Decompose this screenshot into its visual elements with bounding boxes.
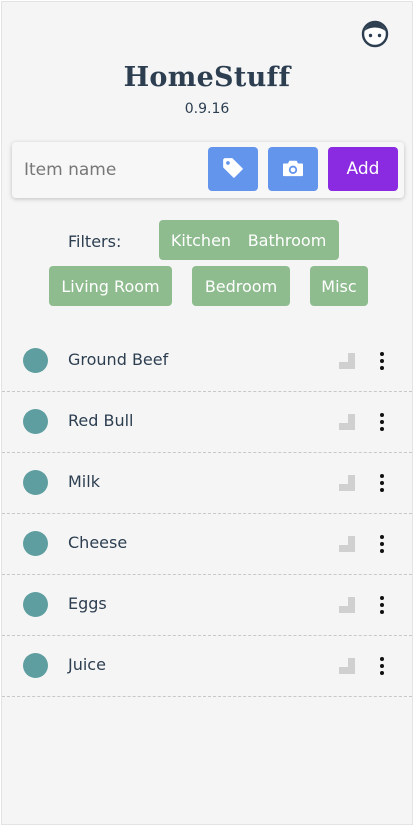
item-name: Ground Beef	[68, 350, 169, 369]
resize-corner-icon[interactable]	[339, 475, 355, 491]
avatar-face-icon[interactable]	[360, 19, 390, 49]
status-dot[interactable]	[23, 592, 48, 617]
filter-chip-bathroom[interactable]: Bathroom	[235, 220, 339, 260]
status-dot[interactable]	[23, 470, 48, 495]
status-dot[interactable]	[23, 653, 48, 678]
resize-corner-icon[interactable]	[339, 536, 355, 552]
filter-chip-misc[interactable]: Misc	[310, 266, 368, 306]
item-name: Red Bull	[68, 411, 134, 430]
item-name: Milk	[68, 472, 100, 491]
status-dot[interactable]	[23, 348, 48, 373]
item-list: Ground Beef Red Bull Milk Cheese Eggs Ju…	[2, 331, 412, 697]
list-item: Milk	[2, 453, 412, 514]
more-options-icon[interactable]	[372, 469, 392, 497]
item-name: Juice	[68, 655, 106, 674]
list-item: Ground Beef	[2, 331, 412, 392]
filter-chip-living-room[interactable]: Living Room	[49, 266, 172, 306]
camera-icon	[282, 158, 304, 181]
list-item: Eggs	[2, 575, 412, 636]
app-version: 0.9.16	[184, 101, 230, 117]
list-item: Cheese	[2, 514, 412, 575]
add-item-bar: Add	[12, 142, 404, 198]
resize-corner-icon[interactable]	[339, 353, 355, 369]
tag-icon	[222, 157, 244, 182]
app-title: HomeStuff	[123, 62, 291, 93]
camera-button[interactable]	[268, 147, 318, 191]
more-options-icon[interactable]	[372, 591, 392, 619]
more-options-icon[interactable]	[372, 347, 392, 375]
add-button[interactable]: Add	[328, 147, 398, 191]
item-name: Cheese	[68, 533, 128, 552]
resize-corner-icon[interactable]	[339, 597, 355, 613]
app-container: HomeStuff 0.9.16 Add Filters: Kitchen	[1, 1, 413, 825]
status-dot[interactable]	[23, 409, 48, 434]
filter-chip-kitchen[interactable]: Kitchen	[159, 220, 243, 260]
tag-button[interactable]	[208, 147, 258, 191]
more-options-icon[interactable]	[372, 652, 392, 680]
more-options-icon[interactable]	[372, 530, 392, 558]
list-item: Juice	[2, 636, 412, 697]
filter-chip-bedroom[interactable]: Bedroom	[192, 266, 290, 306]
list-item: Red Bull	[2, 392, 412, 453]
item-name-input[interactable]	[16, 146, 216, 194]
status-dot[interactable]	[23, 531, 48, 556]
resize-corner-icon[interactable]	[339, 658, 355, 674]
more-options-icon[interactable]	[372, 408, 392, 436]
item-name: Eggs	[68, 594, 107, 613]
resize-corner-icon[interactable]	[339, 414, 355, 430]
filters-label: Filters:	[68, 232, 122, 251]
